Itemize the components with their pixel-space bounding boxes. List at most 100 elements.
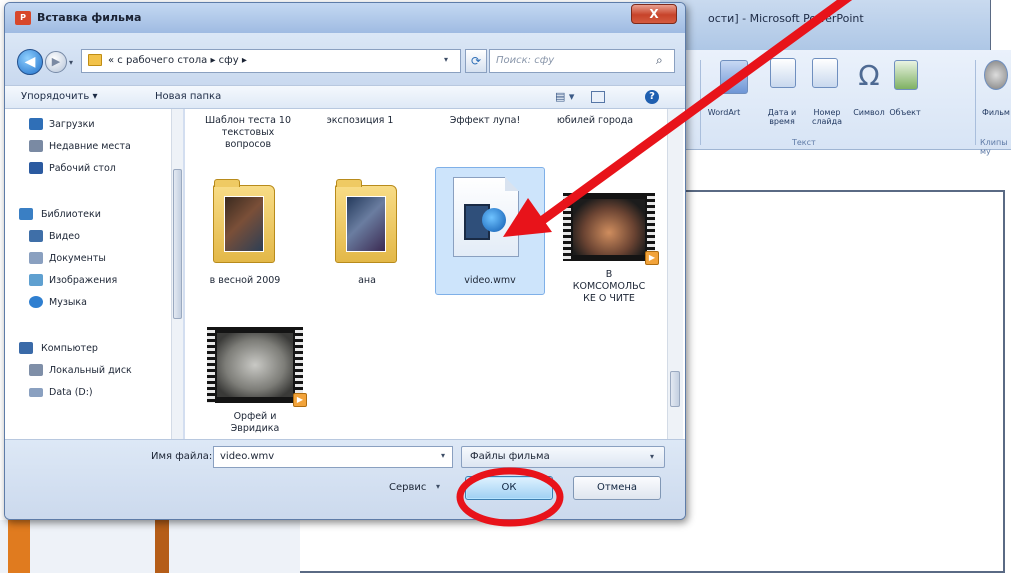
nav-item-label: Документы bbox=[49, 253, 106, 264]
nav-item-documents[interactable]: Документы bbox=[5, 249, 177, 269]
close-button[interactable]: X bbox=[631, 4, 677, 24]
downloads-icon bbox=[29, 118, 43, 130]
symbol-icon[interactable]: Ω bbox=[856, 62, 882, 90]
video-library-icon bbox=[29, 230, 43, 242]
nav-item-recent[interactable]: Недавние места bbox=[5, 137, 177, 157]
drive-icon bbox=[29, 388, 43, 397]
back-button[interactable]: ◀ bbox=[17, 49, 43, 75]
screenshot: ости] - Microsoft PowerPoint WordArt Дат… bbox=[0, 0, 1011, 573]
chevron-down-icon[interactable]: ▾ bbox=[441, 451, 445, 460]
play-badge-icon: ▶ bbox=[645, 251, 659, 265]
nav-item-desktop[interactable]: Рабочий стол bbox=[5, 159, 177, 179]
video-thumbnail[interactable]: ▶ bbox=[207, 327, 307, 407]
chevron-down-icon: ▾ bbox=[650, 452, 655, 461]
filetype-select[interactable]: Файлы фильма ▾ bbox=[461, 446, 665, 468]
file-item-label[interactable]: Шаблон теста 10 текстовых вопросов bbox=[193, 115, 303, 151]
nav-item-label: Музыка bbox=[49, 297, 87, 308]
group-text-label: Текст bbox=[792, 138, 816, 147]
folder-icon bbox=[88, 54, 102, 66]
filename-value: video.wmv bbox=[220, 451, 275, 462]
nav-scroll-thumb[interactable] bbox=[173, 169, 182, 319]
file-item-label[interactable]: юбилей города bbox=[540, 115, 650, 127]
view-options-icon[interactable]: ▤ ▾ bbox=[555, 90, 574, 103]
history-dropdown-icon[interactable]: ▾ bbox=[69, 58, 73, 67]
preview-pane-icon[interactable] bbox=[591, 91, 605, 103]
documents-icon bbox=[29, 252, 43, 264]
forward-button[interactable]: ▶ bbox=[45, 51, 67, 73]
movie-icon[interactable] bbox=[984, 60, 1008, 90]
file-list-scroll-thumb[interactable] bbox=[670, 371, 680, 407]
slides-pane bbox=[0, 520, 300, 573]
computer-icon bbox=[19, 342, 33, 354]
nav-item-music[interactable]: Музыка bbox=[5, 293, 177, 313]
video-frame bbox=[217, 333, 293, 397]
movie-button[interactable]: Фильм bbox=[980, 108, 1011, 117]
file-item-label[interactable]: экспозиция 1 bbox=[305, 115, 415, 127]
nav-item-label: Библиотеки bbox=[41, 209, 101, 220]
tools-menu[interactable]: Сервис bbox=[389, 482, 426, 493]
nav-item-label: Недавние места bbox=[49, 141, 131, 152]
recent-places-icon bbox=[29, 140, 43, 152]
ok-button[interactable]: ОК bbox=[465, 476, 553, 500]
date-time-icon[interactable] bbox=[770, 58, 796, 88]
powerpoint-edge bbox=[990, 0, 1011, 50]
address-path: « с рабочего стола ▸ сфу ▸ bbox=[108, 55, 247, 66]
file-item-label[interactable]: ана bbox=[315, 275, 419, 287]
nav-item-downloads[interactable]: Загрузки bbox=[5, 115, 177, 135]
folder-preview bbox=[224, 196, 264, 252]
file-list-scrollbar[interactable] bbox=[667, 109, 683, 439]
libraries-icon bbox=[19, 208, 33, 220]
help-icon[interactable]: ? bbox=[645, 90, 659, 104]
dialog-title-bar[interactable]: P Вставка фильма X bbox=[5, 3, 685, 33]
date-time-button[interactable]: Дата и время bbox=[756, 108, 808, 126]
filename-input[interactable]: video.wmv bbox=[213, 446, 453, 468]
nav-item-data-drive[interactable]: Data (D:) bbox=[5, 383, 177, 403]
file-item-label[interactable]: video.wmv bbox=[435, 275, 545, 287]
chevron-down-icon[interactable]: ▾ bbox=[436, 482, 440, 491]
file-item-label[interactable]: В КОМСОМОЛЬС КЕ О ЧИТЕ bbox=[553, 269, 665, 305]
nav-item-label: Видео bbox=[49, 231, 80, 242]
symbol-button[interactable]: Символ bbox=[852, 108, 886, 117]
desktop-icon bbox=[29, 162, 43, 174]
file-item-label[interactable]: Эффект лупа! bbox=[425, 115, 545, 127]
insert-movie-dialog: P Вставка фильма X ◀ ▶ ▾ « с рабочего ст… bbox=[4, 2, 686, 520]
command-bar: Упорядочить ▾ Новая папка ▤ ▾ ? bbox=[5, 85, 685, 109]
powerpoint-icon: P bbox=[15, 11, 31, 25]
video-thumbnail[interactable]: ▶ bbox=[563, 193, 659, 265]
search-input[interactable]: Поиск: сфу ⌕ bbox=[489, 49, 675, 73]
powerpoint-title-bar bbox=[660, 0, 1011, 50]
wordart-button[interactable]: WordArt bbox=[704, 108, 744, 117]
new-folder-button[interactable]: Новая папка bbox=[155, 91, 221, 102]
nav-item-local-disk[interactable]: Локальный диск bbox=[5, 361, 177, 381]
slides-pane-accent bbox=[155, 520, 169, 573]
address-field[interactable]: « с рабочего стола ▸ сфу ▸ ▾ bbox=[81, 49, 461, 73]
nav-item-video[interactable]: Видео bbox=[5, 227, 177, 247]
local-disk-icon bbox=[29, 364, 43, 376]
nav-item-libraries[interactable]: Библиотеки bbox=[5, 205, 177, 225]
object-button[interactable]: Объект bbox=[886, 108, 924, 117]
folder-icon[interactable] bbox=[335, 179, 397, 263]
slide-number-button[interactable]: Номер слайда bbox=[804, 108, 850, 126]
media-note-icon bbox=[482, 208, 506, 232]
object-icon[interactable] bbox=[894, 60, 918, 90]
cancel-button[interactable]: Отмена bbox=[573, 476, 661, 500]
slide-number-icon[interactable] bbox=[812, 58, 838, 88]
refresh-button[interactable]: ⟳ bbox=[465, 49, 487, 73]
nav-item-pictures[interactable]: Изображения bbox=[5, 271, 177, 291]
nav-item-label: Загрузки bbox=[49, 119, 95, 130]
organize-menu[interactable]: Упорядочить ▾ bbox=[21, 91, 97, 102]
group-clips-label: Клипы му bbox=[980, 138, 1008, 156]
file-item-label[interactable]: Орфей и Эвридика bbox=[199, 411, 311, 435]
file-item-label[interactable]: в весной 2009 bbox=[193, 275, 297, 287]
wordart-icon[interactable] bbox=[720, 60, 748, 94]
nav-item-label: Локальный диск bbox=[49, 365, 132, 376]
filename-label: Имя файла: bbox=[151, 451, 213, 462]
play-badge-icon: ▶ bbox=[293, 393, 307, 407]
nav-scrollbar[interactable] bbox=[171, 109, 183, 439]
nav-item-computer[interactable]: Компьютер bbox=[5, 339, 177, 359]
video-file-icon[interactable] bbox=[453, 177, 519, 257]
powerpoint-title: ости] - Microsoft PowerPoint bbox=[708, 12, 864, 25]
search-icon[interactable]: ⌕ bbox=[656, 53, 663, 68]
chevron-down-icon[interactable]: ▾ bbox=[444, 55, 448, 64]
folder-icon[interactable] bbox=[213, 179, 275, 263]
